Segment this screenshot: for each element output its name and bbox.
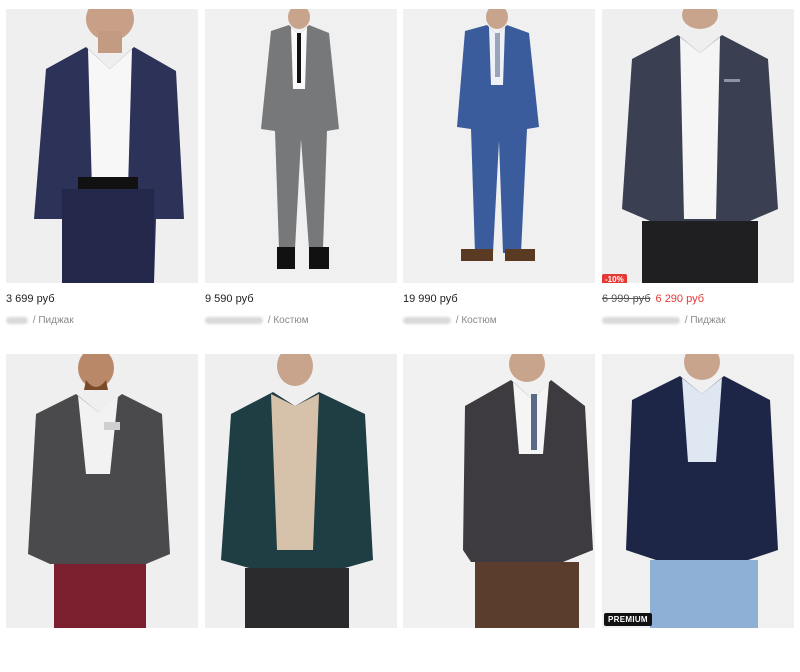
separator: /: [32, 315, 36, 326]
brand-category[interactable]: [602, 660, 794, 672]
brand-category[interactable]: [205, 660, 397, 672]
brand-category[interactable]: / Пиджак: [6, 315, 198, 327]
product-image[interactable]: -10%: [602, 9, 794, 283]
category-label: Пиджак: [38, 315, 74, 326]
brand-category[interactable]: / Пиджак: [602, 315, 794, 327]
product-card[interactable]: 19 990 руб / Костюм: [403, 9, 595, 327]
price-row: 3 699 руб: [6, 293, 198, 307]
category-label: Пиджак: [690, 315, 726, 326]
brand-name-redacted: [205, 316, 263, 324]
category-label: Костюм: [461, 315, 497, 326]
product-image[interactable]: PREMIUM: [602, 354, 794, 628]
model-grey-check-suit-figure: [205, 9, 397, 283]
price-row: 9 590 руб: [205, 293, 397, 307]
price: 9 590 руб: [205, 293, 254, 305]
brand-category[interactable]: / Костюм: [403, 315, 595, 327]
model-grey-tweed-blazer-figure: [6, 354, 198, 628]
price: 3 699 руб: [6, 293, 55, 305]
price: 19 990 руб: [403, 293, 458, 305]
product-image[interactable]: [6, 354, 198, 628]
product-card[interactable]: 3 699 руб / Пиджак: [6, 9, 198, 327]
price-row: 19 990 руб: [403, 293, 595, 307]
brand-category[interactable]: [6, 660, 198, 672]
model-blue-check-suit-figure: [403, 9, 595, 283]
separator: /: [455, 315, 459, 326]
product-image[interactable]: [205, 9, 397, 283]
product-card[interactable]: [403, 354, 595, 672]
model-check-blazer-figure: [403, 354, 595, 628]
premium-badge: PREMIUM: [604, 613, 652, 626]
separator: /: [684, 315, 688, 326]
separator: /: [267, 315, 271, 326]
category-label: Костюм: [273, 315, 309, 326]
price-row: [6, 638, 198, 652]
sale-price: 6 290 руб: [655, 293, 705, 305]
brand-name-redacted: [403, 316, 451, 324]
product-card[interactable]: [6, 354, 198, 672]
product-image[interactable]: [205, 354, 397, 628]
product-image[interactable]: [403, 354, 595, 628]
model-dark-blazer-figure: [602, 9, 794, 283]
price-row: [403, 638, 595, 652]
product-card[interactable]: [205, 354, 397, 672]
product-card[interactable]: -10% 6 999 руб 6 290 руб / Пиджак: [602, 9, 794, 327]
product-card[interactable]: 9 590 руб / Костюм: [205, 9, 397, 327]
discount-badge: -10%: [602, 274, 627, 283]
product-card[interactable]: PREMIUM: [602, 354, 794, 672]
brand-name-redacted: [602, 316, 680, 324]
price-row: 6 999 руб 6 290 руб: [602, 293, 794, 307]
brand-category[interactable]: [403, 660, 595, 672]
price-row: [602, 638, 794, 652]
model-navy-blazer-figure: [6, 9, 198, 283]
old-price: 6 999 руб: [602, 293, 651, 305]
product-image[interactable]: [6, 9, 198, 283]
model-teal-blazer-figure: [205, 354, 397, 628]
brand-category[interactable]: / Костюм: [205, 315, 397, 327]
brand-name-redacted: [6, 316, 28, 324]
price-row: [205, 638, 397, 652]
model-navy-premium-blazer-figure: [602, 354, 794, 628]
product-image[interactable]: [403, 9, 595, 283]
